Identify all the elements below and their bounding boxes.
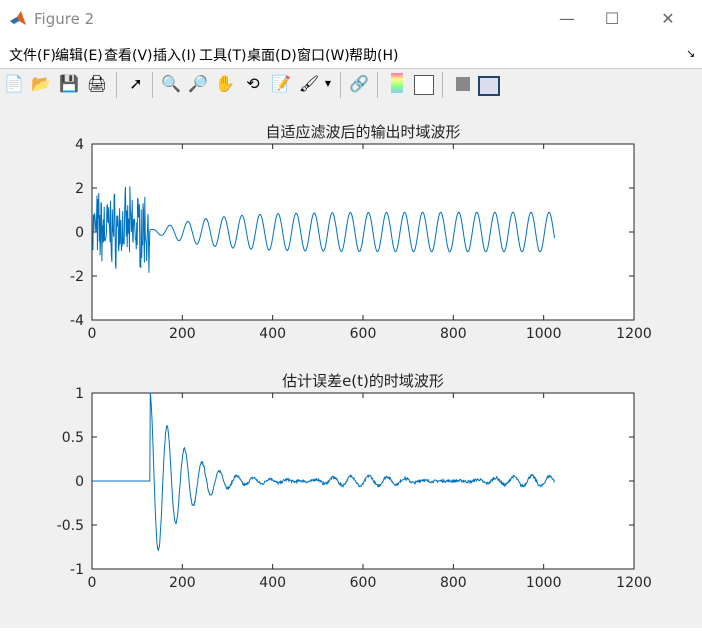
axes-box (91, 392, 635, 570)
x-tick-label: 1000 (526, 575, 562, 591)
x-tick-label: 0 (88, 326, 97, 342)
x-tick-label: 200 (169, 575, 196, 591)
link-plot-icon[interactable]: 🔗 (348, 73, 370, 95)
close-button[interactable]: ✕ (646, 4, 690, 34)
x-tick-label: 200 (169, 326, 196, 342)
toolbar: 📄 📂 💾 🖨 ➚ 🔍 🔎 ✋ ⟲ 📝 🖌 ▼ 🔗 (0, 69, 702, 100)
y-tick-label: 2 (75, 181, 84, 197)
x-tick-label: 0 (88, 575, 97, 591)
edit-plot-arrow-icon[interactable]: ➚ (125, 73, 147, 95)
zoom-in-icon[interactable]: 🔍 (160, 73, 182, 95)
y-tick-label: 0 (75, 474, 84, 490)
figure-canvas: 自适应滤波后的输出时域波形 0 200 400 600 800 1000 1200 4 2 0 -2-… (0, 100, 702, 628)
x-tick-label: 800 (440, 326, 467, 342)
y-tick-label: -4 (70, 313, 84, 329)
menu-bar: 文件(F) 编辑(E) 查看(V) 插入(I) 工具(T) 桌面(D) 窗口(W… (0, 38, 702, 69)
y-tick-label: 4 (75, 137, 84, 153)
y-tick-label: -0.5 (57, 518, 84, 534)
brush-dropdown-icon[interactable]: ▼ (322, 73, 334, 95)
menu-tools[interactable]: 工具(T) (199, 45, 246, 65)
menu-desktop[interactable]: 桌面(D) (247, 45, 297, 65)
data-cursor-icon[interactable]: 📝 (270, 73, 292, 95)
y-tick-label: 1 (75, 386, 84, 402)
new-figure-icon[interactable]: 📄 (3, 73, 25, 95)
colorbar-icon[interactable] (391, 73, 403, 93)
axes-2: 估计误差e(t)的时域波形0 200 400 600 800 1000 120010.50-… (57, 372, 652, 591)
axes-title: 自适应滤波后的输出时域波形 (265, 123, 460, 141)
x-tick-label: 1200 (616, 575, 652, 591)
print-icon[interactable]: 🖨 (86, 73, 108, 95)
y-tick-label: 0 (75, 225, 84, 241)
menu-file[interactable]: 文件(F) (9, 45, 56, 65)
axes-1: 自适应滤波后的输出时域波形 0 200 400 600 800 1000 1200 4 2 0 -2 -… (70, 123, 652, 342)
menu-view[interactable]: 查看(V) (104, 45, 153, 65)
brush-icon[interactable]: 🖌 (298, 73, 320, 95)
maximize-button[interactable]: ☐ (590, 4, 634, 34)
title-bar: Figure 2 — ☐ ✕ (0, 0, 702, 38)
open-file-icon[interactable]: 📂 (30, 73, 52, 95)
show-plot-tools-icon[interactable] (478, 76, 500, 96)
y-tick-label: -1 (70, 562, 84, 578)
x-tick-label: 400 (259, 326, 286, 342)
menu-insert[interactable]: 插入(I) (153, 45, 196, 65)
x-tick-label: 600 (350, 575, 377, 591)
menu-window[interactable]: 窗口(W) (297, 45, 350, 65)
menu-help[interactable]: 帮助(H) (349, 45, 398, 65)
axes-box (91, 143, 635, 321)
plots: 自适应滤波后的输出时域波形0 200 400 600 800 1000 1200420-2-… (57, 123, 652, 591)
zoom-out-icon[interactable]: 🔎 (187, 73, 209, 95)
minimize-button[interactable]: — (545, 4, 589, 34)
save-icon[interactable]: 💾 (58, 73, 80, 95)
menu-edit[interactable]: 编辑(E) (55, 45, 103, 65)
rotate-3d-icon[interactable]: ⟲ (242, 73, 264, 95)
x-tick-label: 800 (440, 575, 467, 591)
x-tick-label: 400 (259, 575, 286, 591)
x-tick-label: 1000 (526, 326, 562, 342)
y-tick-label: 0.5 (62, 430, 84, 446)
hide-plot-tools-icon[interactable] (456, 77, 470, 91)
menu-overflow-icon[interactable]: ↘ (686, 47, 695, 60)
x-tick-label: 1200 (616, 326, 652, 342)
legend-icon[interactable] (414, 75, 434, 95)
pan-icon[interactable]: ✋ (214, 73, 236, 95)
matlab-logo-icon (10, 11, 26, 25)
window-title: Figure 2 (34, 10, 95, 28)
axes-title: 估计误差e(t)的时域波形 (282, 372, 444, 390)
y-tick-label: -2 (70, 269, 84, 285)
x-tick-label: 600 (350, 326, 377, 342)
